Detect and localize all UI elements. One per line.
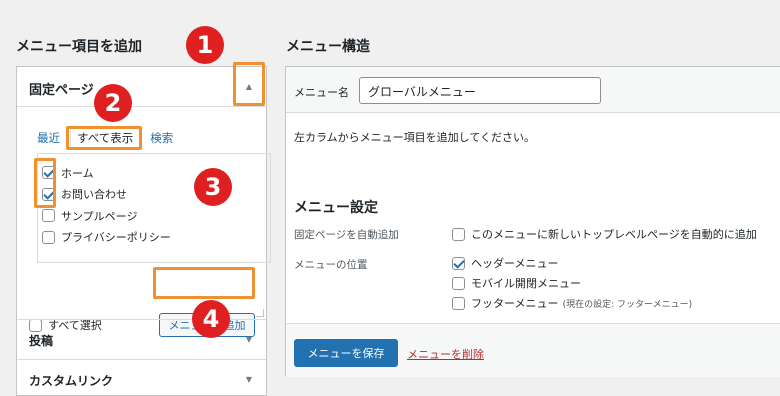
location-label: ヘッダーメニュー — [471, 257, 559, 270]
auto-add-label: 固定ページを自動追加 — [294, 229, 399, 241]
location-header-checkbox[interactable] — [452, 256, 465, 270]
custom-links-section-header[interactable]: カスタムリンク ▼ — [17, 359, 266, 396]
item-label: ホーム — [61, 166, 94, 180]
custom-links-section-title: カスタムリンク — [29, 374, 114, 388]
location-label: モバイル開閉メニュー — [471, 277, 581, 290]
location-mobile-checkbox[interactable] — [452, 276, 465, 290]
tab-recent[interactable]: 最近 — [37, 130, 60, 148]
list-item[interactable]: ホーム — [38, 162, 270, 184]
step-badge-2: 2 — [94, 84, 132, 122]
location-header[interactable]: ヘッダーメニュー — [452, 255, 559, 271]
auto-add-option[interactable]: このメニューに新しいトップレベルページを自動的に追加 — [452, 226, 757, 242]
pages-section-header[interactable]: 固定ページ ▲ — [17, 67, 266, 107]
item-label: サンプルページ — [61, 209, 138, 223]
pages-section-title: 固定ページ — [29, 83, 94, 98]
highlight-view-all-tab — [66, 126, 142, 150]
menu-structure-panel: メニュー名 グローバルメニュー 左カラムからメニュー項目を追加してください。 メ… — [285, 66, 780, 377]
expand-arrow-icon[interactable]: ▼ — [246, 375, 252, 384]
auto-add-option-label: このメニューに新しいトップレベルページを自動的に追加 — [471, 228, 757, 241]
add-menu-items-title: メニュー項目を追加 — [16, 39, 142, 55]
list-item[interactable]: プライバシーポリシー — [38, 227, 270, 249]
expand-arrow-icon[interactable]: ▼ — [246, 335, 252, 344]
highlight-add-button — [153, 267, 255, 299]
item-label: プライバシーポリシー — [61, 231, 171, 245]
highlight-checked-items — [34, 158, 56, 208]
location-footer-checkbox[interactable] — [452, 296, 465, 310]
delete-menu-link[interactable]: メニューを削除 — [407, 346, 484, 362]
menu-location-label: メニューの位置 — [294, 259, 368, 271]
menu-name-bar: メニュー名 グローバルメニュー — [286, 67, 780, 113]
pages-checklist: ホーム お問い合わせ サンプルページ プライバシーポリシー — [37, 153, 271, 263]
save-menu-button[interactable]: メニューを保存 — [294, 339, 398, 367]
menu-settings-title: メニュー設定 — [294, 200, 378, 216]
menu-name-label: メニュー名 — [294, 86, 349, 99]
instruction-text: 左カラムからメニュー項目を追加してください。 — [294, 131, 536, 144]
location-hint: (現在の設定: フッターメニュー) — [562, 299, 693, 310]
top-band — [0, 0, 780, 22]
item-label: お問い合わせ — [61, 188, 127, 202]
posts-section-title: 投稿 — [29, 334, 54, 348]
location-mobile[interactable]: モバイル開閉メニュー — [452, 275, 581, 291]
checkbox-sample-page[interactable] — [42, 209, 55, 223]
tab-search[interactable]: 検索 — [150, 130, 173, 148]
step-badge-4: 4 — [192, 300, 230, 338]
highlight-collapse-arrow — [233, 62, 265, 106]
menu-structure-title: メニュー構造 — [286, 39, 370, 55]
add-menu-items-accordion: 固定ページ ▲ 最近 すべて表示 検索 ホーム お問い合わせ サンプルページ プ — [16, 66, 271, 396]
resize-handle-icon[interactable] — [256, 309, 264, 317]
list-item[interactable]: お問い合わせ — [38, 184, 270, 206]
list-item[interactable]: サンプルページ — [38, 205, 270, 227]
auto-add-checkbox[interactable] — [452, 227, 465, 241]
menu-name-input[interactable]: グローバルメニュー — [359, 77, 601, 104]
step-badge-3: 3 — [194, 168, 232, 206]
menu-footer-bar: メニューを保存 メニューを削除 — [286, 323, 780, 377]
step-badge-1: 1 — [186, 26, 224, 64]
location-footer[interactable]: フッターメニュー (現在の設定: フッターメニュー) — [452, 295, 692, 311]
location-label: フッターメニュー — [471, 297, 559, 310]
checkbox-privacy-policy[interactable] — [42, 230, 55, 244]
